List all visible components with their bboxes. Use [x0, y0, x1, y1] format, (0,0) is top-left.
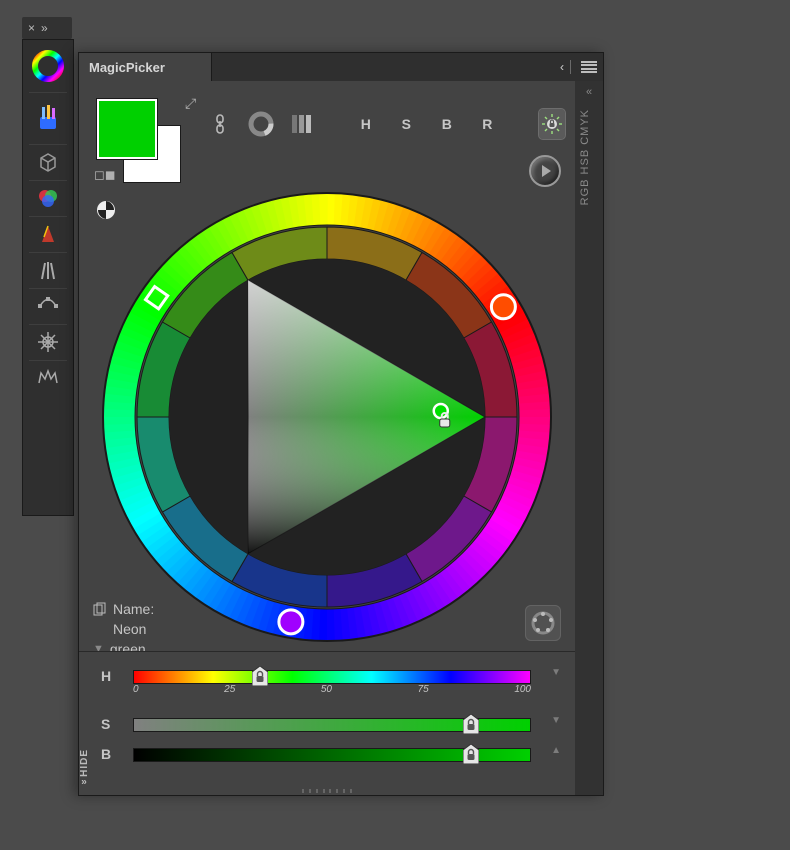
copy-icon[interactable] — [93, 602, 107, 616]
sliders-panel: HIDE H ▼ 0 25 50 75 100 S — [79, 651, 575, 795]
dock-rgb-venn[interactable] — [23, 180, 73, 216]
panel-title: MagicPicker — [89, 60, 165, 75]
dock-brushcup[interactable] — [23, 92, 73, 144]
tick-100: 100 — [514, 684, 531, 695]
h-label: H — [101, 668, 123, 684]
r-mode-button[interactable]: R — [474, 109, 501, 139]
expand-icon[interactable]: » — [41, 22, 48, 34]
separator — [570, 60, 571, 74]
dock-pen-nodes[interactable] — [23, 288, 73, 324]
hue-slider[interactable] — [133, 667, 531, 685]
s-label: S — [101, 716, 123, 732]
bri-slider[interactable] — [133, 745, 531, 763]
panel-body: ⤢ ◻◼ H S B R — [79, 81, 575, 795]
tick-0: 0 — [133, 684, 139, 695]
ring-mode-button[interactable] — [248, 109, 275, 139]
hue-thumb[interactable] — [252, 666, 268, 686]
slider-ticks: 0 25 50 75 100 — [133, 684, 531, 695]
foreground-swatch[interactable] — [97, 99, 157, 159]
s-mode-button[interactable]: S — [393, 109, 420, 139]
scheme-marker-orange[interactable] — [491, 295, 515, 319]
left-dock — [22, 39, 74, 516]
resize-grip[interactable] — [302, 789, 352, 793]
dock-shipwheel[interactable] — [23, 324, 73, 360]
s-expand-icon[interactable]: ▼ — [551, 715, 561, 726]
bri-thumb[interactable] — [463, 744, 479, 764]
magicpicker-ring-icon — [31, 49, 65, 83]
dock-3dbox[interactable] — [23, 144, 73, 180]
hide-sliders-label[interactable]: HIDE — [79, 749, 90, 785]
mode-toolbar: H S B R — [207, 106, 565, 142]
scheme-marker-violet[interactable] — [279, 610, 303, 634]
brushes-icon — [37, 259, 59, 281]
default-colors-icon[interactable]: ◻◼ — [94, 167, 116, 183]
panel-menu-icon[interactable] — [581, 61, 597, 73]
sat-slider-row: S ▼ — [101, 712, 531, 736]
tick-25: 25 — [224, 684, 235, 695]
link-button[interactable] — [207, 109, 234, 139]
swap-colors-icon[interactable]: ⤢ — [185, 95, 196, 112]
color-name-label: Name: — [113, 599, 154, 619]
color-name-block: Name: Neon ▼ green — [93, 599, 154, 659]
h-mode-button[interactable]: H — [353, 109, 380, 139]
sat-thumb[interactable] — [463, 714, 479, 734]
color-wheel[interactable] — [97, 187, 557, 647]
ship-wheel-icon — [37, 331, 59, 353]
b-label: B — [101, 746, 123, 762]
sat-slider[interactable] — [133, 715, 531, 733]
magicpicker-panel: MagicPicker ‹‹ « RGB HSB CMYK ⤢ ◻◼ — [78, 52, 604, 796]
close-icon[interactable]: × — [28, 22, 35, 34]
tick-75: 75 — [418, 684, 429, 695]
dock-magicpicker[interactable] — [23, 40, 73, 92]
crown-icon — [37, 367, 59, 389]
dock-brushes[interactable] — [23, 252, 73, 288]
schemes-button[interactable] — [525, 605, 561, 641]
b-expand-icon[interactable]: ▲ — [551, 745, 561, 756]
rail-label: RGB HSB CMYK — [579, 109, 607, 205]
dock-crown[interactable] — [23, 360, 73, 396]
tick-50: 50 — [321, 684, 332, 695]
b-mode-button[interactable]: B — [434, 109, 461, 139]
pen-nodes-icon — [36, 295, 60, 317]
dock-metronome[interactable] — [23, 216, 73, 252]
dock-tab-strip: × » — [22, 17, 72, 39]
hue-lock-button[interactable] — [539, 109, 566, 139]
color-name-value-1: Neon — [113, 619, 146, 639]
rgb-venn-icon — [36, 186, 60, 210]
metronome-icon — [37, 223, 59, 245]
panel-tab-controls: ‹‹ — [560, 53, 597, 81]
box-3d-icon — [37, 151, 59, 173]
h-expand-icon[interactable]: ▼ — [551, 667, 561, 678]
color-space-rail[interactable]: « RGB HSB CMYK — [574, 81, 603, 795]
brush-cup-icon — [33, 103, 63, 133]
bri-slider-row: B ▲ — [101, 742, 531, 766]
history-button[interactable] — [529, 155, 561, 187]
bars-mode-button[interactable] — [288, 109, 315, 139]
rail-collapse-icon[interactable]: « — [575, 81, 603, 103]
panel-tab[interactable]: MagicPicker — [79, 53, 212, 81]
